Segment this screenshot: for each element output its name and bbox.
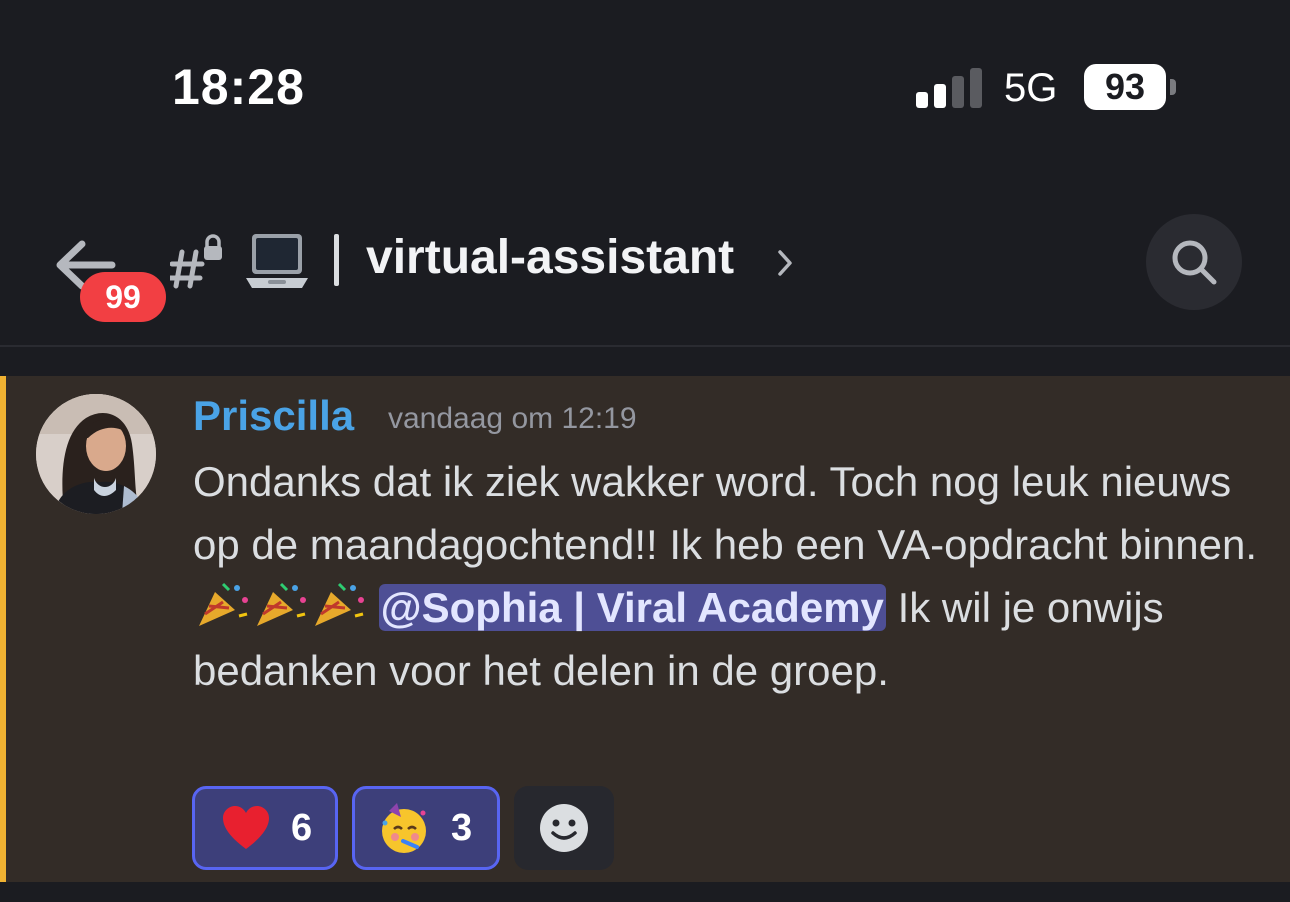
network-type: 5G	[1004, 66, 1058, 110]
unread-count-badge[interactable]: 99	[80, 272, 166, 322]
cellular-signal-icon	[916, 68, 982, 108]
battery-level: 93	[1084, 64, 1166, 110]
partying-face-icon	[382, 803, 426, 853]
mention-highlight-bar	[0, 376, 6, 882]
add-reaction-button[interactable]	[514, 786, 614, 870]
reaction-count: 3	[451, 806, 473, 849]
status-time: 18:28	[172, 59, 305, 115]
locked-hash-icon	[170, 234, 222, 289]
avatar-image	[36, 394, 156, 514]
laptop-icon	[246, 234, 308, 288]
smiley-add-icon	[540, 804, 588, 852]
red-heart-icon	[223, 806, 269, 849]
message-author[interactable]: Priscilla	[193, 392, 354, 440]
message-content: Ondanks dat ik ziek wakker word. Toch no…	[193, 450, 1263, 702]
chevron-right-icon[interactable]	[776, 246, 796, 280]
message-item[interactable]: Priscilla vandaag om 12:19 Ondanks dat i…	[0, 376, 1290, 882]
channel-name[interactable]: virtual-assistant	[366, 230, 734, 285]
user-mention[interactable]: @Sophia | Viral Academy	[378, 584, 886, 631]
header-divider	[0, 345, 1290, 347]
search-button[interactable]	[1146, 214, 1242, 310]
message-timestamp: vandaag om 12:19	[388, 402, 637, 435]
channel-header: virtual-assistant	[0, 200, 1290, 346]
reaction-heart[interactable]: 6	[192, 786, 338, 870]
status-bar: 18:28 5G 93	[0, 0, 1290, 180]
channel-name-divider	[334, 234, 339, 286]
message-text-part1: Ondanks dat ik ziek wakker word. Toch no…	[193, 458, 1258, 568]
search-icon	[1172, 240, 1217, 285]
reaction-partying-face[interactable]: 3	[352, 786, 500, 870]
party-popper-icon	[193, 582, 367, 631]
avatar[interactable]	[36, 394, 156, 514]
battery-icon: 93	[1084, 64, 1180, 110]
reaction-count: 6	[291, 806, 313, 849]
